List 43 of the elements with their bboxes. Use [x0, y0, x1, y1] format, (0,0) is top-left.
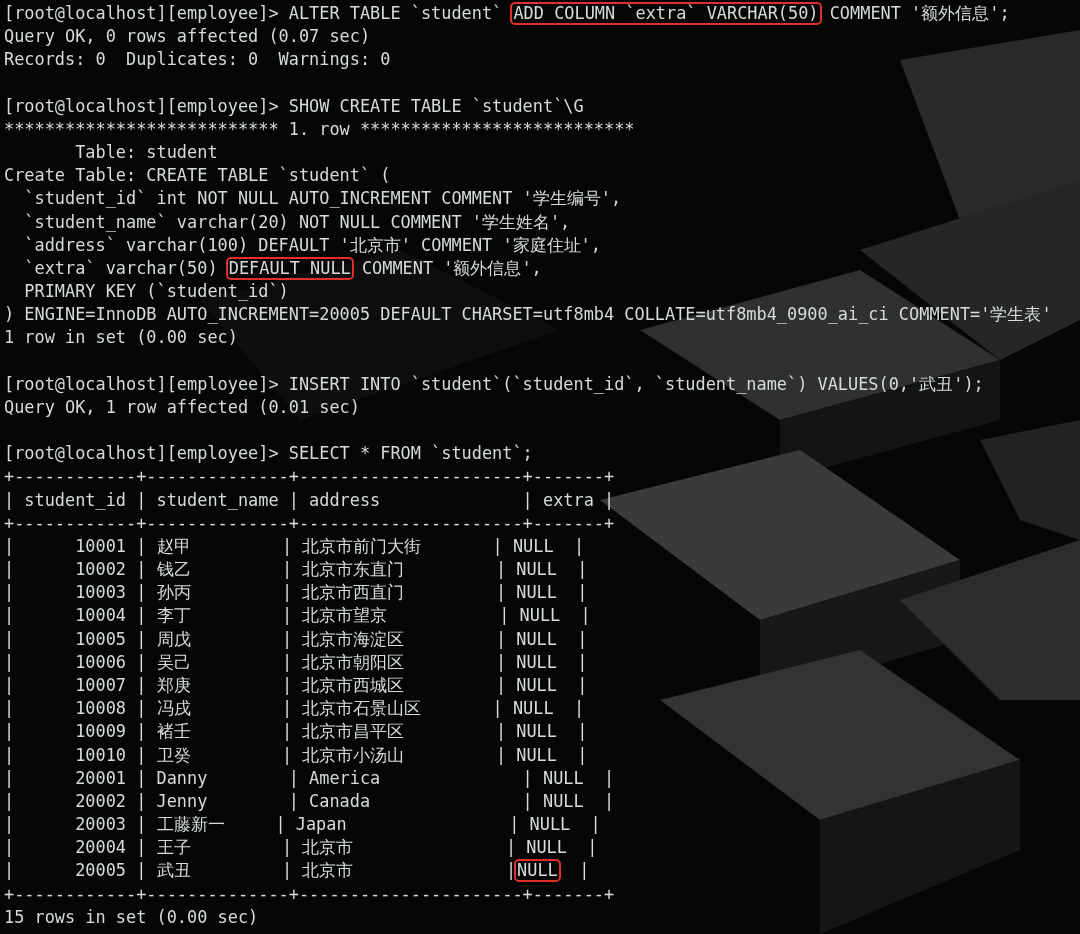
terminal-line: Query OK, 0 rows affected (0.07 sec) [4, 25, 371, 49]
terminal-line: +------------+--------------+----------------------+-------+ [4, 511, 615, 535]
terminal-line: `student_name` varchar(20) NOT NULL COMMENT '学生姓名', [23, 210, 571, 234]
terminal-text: `extra` varchar(50) [23, 256, 219, 280]
terminal-text: | 20005 | 武丑 | 北京市 | [4, 859, 517, 883]
terminal-line: `student_id` int NOT NULL AUTO_INCREMENT COMMENT '学生编号', [23, 187, 622, 211]
terminal-line: *************************** 1. row *************************** [4, 117, 635, 141]
terminal-line: PRIMARY KEY (`student_id`) [23, 280, 289, 304]
terminal-line: Table: student [74, 141, 218, 165]
terminal-line: | 20004 | 王子 | 北京市 | NULL | [4, 836, 598, 860]
terminal-line: Records: 0 Duplicates: 0 Warnings: 0 [4, 48, 391, 72]
terminal-line: | student_id | student_name | address | extra | [4, 488, 615, 512]
terminal-line: | 20003 | 工藤新一 | Japan | NULL | [4, 813, 601, 836]
terminal-line: | 10006 | 吴己 | 北京市朝阳区 | NULL | [4, 650, 588, 674]
terminal-line: | 20002 | Jenny | Canada | NULL | [4, 789, 615, 813]
terminal-line: 15 rows in set (0.00 sec) [4, 905, 259, 929]
terminal-line: Query OK, 1 row affected (0.01 sec) [4, 395, 360, 419]
terminal-line: Create Table: CREATE TABLE `student` ( [4, 164, 391, 188]
terminal-line: [root@localhost][employee]> SELECT * FROM `student`; [4, 442, 533, 466]
terminal-line: `address` varchar(100) DEFAULT '北京市' COMMENT '家庭住址', [23, 233, 601, 257]
terminal-text: COMMENT '额外信息'; [828, 2, 1010, 25]
terminal-line: | 10010 | 卫癸 | 北京市小汤山 | NULL | [4, 743, 588, 767]
terminal-line: [root@localhost][employee]> INSERT INTO `student`(`student_id`, `student_name`) VALUES(0,'武丑'); [4, 372, 984, 396]
terminal-line: +------------+--------------+----------------------+-------+ [4, 465, 615, 489]
terminal-line: | 10003 | 孙丙 | 北京市西直门 | NULL | [4, 581, 588, 605]
terminal-line: ) ENGINE=InnoDB AUTO_INCREMENT=20005 DEFAULT CHARSET=utf8mb4 COLLATE=utf8mb4_0900_ai_ci COMMENT='学生表' [4, 303, 1052, 327]
terminal-line: [root@localhost][employee]> SHOW CREATE TABLE `student`\G [4, 94, 584, 118]
terminal-line: | 20001 | Danny | America | NULL | [4, 766, 615, 790]
terminal-text: COMMENT '额外信息', [360, 256, 542, 280]
terminal-line: | 10009 | 褚壬 | 北京市昌平区 | NULL | [4, 720, 588, 744]
terminal-text: | [578, 859, 590, 883]
terminal-line: +------------+--------------+----------------------+-------+ [4, 882, 615, 906]
terminal-line: | 10005 | 周戊 | 北京市海淀区 | NULL | [4, 627, 588, 651]
highlighted-text: NULL [514, 859, 561, 883]
terminal-line: | 10007 | 郑庚 | 北京市西城区 | NULL | [4, 674, 588, 697]
terminal-line: 1 row in set (0.00 sec) [4, 326, 238, 350]
terminal-line: | 10008 | 冯戌 | 北京市石景山区 | NULL | [4, 697, 585, 721]
terminal-line: | 10004 | 李丁 | 北京市望京 | NULL | [4, 604, 591, 628]
highlighted-text: DEFAULT NULL [225, 256, 354, 280]
terminal-text: [root@localhost][employee]> ALTER TABLE `student` [4, 2, 504, 25]
highlighted-text: ADD COLUMN `extra` VARCHAR(50) [510, 2, 822, 26]
terminal-line: | 10001 | 赵甲 | 北京市前门大街 | NULL | [4, 534, 585, 558]
terminal-line: | 10002 | 钱乙 | 北京市东直门 | NULL | [4, 558, 588, 582]
